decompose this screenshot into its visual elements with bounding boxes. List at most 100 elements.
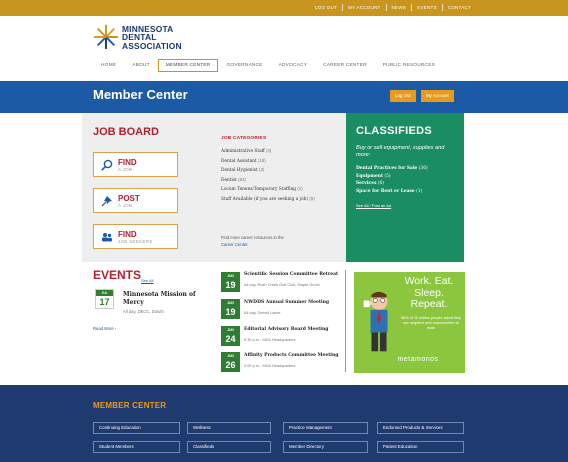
classifieds-list: Dental Practices for Sale (36) Equipment… [356, 165, 460, 195]
classified-count: (6) [377, 181, 385, 187]
top-link-news[interactable]: NEWS [385, 4, 412, 11]
event-title[interactable]: Affinity Products Committee Meeting [244, 353, 364, 358]
job-category-item[interactable]: Staff Available (if you are seeking a jo… [221, 195, 339, 205]
job-category-item[interactable]: Locum Tenens/Temporary Staffing (1) [221, 185, 339, 195]
event-title[interactable]: Scientific Session Committee Retreat [244, 272, 364, 277]
find-job-button[interactable]: FIND A JOB [93, 152, 178, 177]
classified-name: Space for Rent or Lease [356, 188, 415, 194]
nav-home[interactable]: HOME [93, 59, 124, 72]
classified-count: (1) [416, 188, 423, 194]
nav-career-center[interactable]: CAREER CENTER [315, 59, 375, 72]
logo-wordmark[interactable]: MINNESOTA DENTAL ASSOCIATION [122, 25, 182, 51]
events-see-all-link[interactable]: See All [141, 278, 153, 283]
footer-link-classifieds[interactable]: Classifieds [187, 441, 271, 453]
job-category-name: Staff Available (if you are seeking a jo… [221, 196, 309, 202]
classified-item[interactable]: Services (6) [356, 180, 460, 188]
top-utility-bar [0, 0, 568, 16]
job-category-count: (64) [238, 176, 246, 182]
classified-count: (36) [418, 166, 428, 171]
featured-event-title[interactable]: Minnesota Mission of Mercy [123, 291, 213, 307]
job-category-name: Dental Assistant [221, 158, 257, 164]
logo-line-3: ASSOCIATION [122, 40, 182, 51]
find-seekers-sublabel: JOB SEEKERS [118, 239, 153, 244]
classifieds-links[interactable]: See All / Post an Ad [356, 203, 391, 208]
ad-headline: Work. Eat. Sleep. Repeat. [396, 275, 462, 311]
date-day: 26 [225, 360, 236, 370]
event-date: JUN 26 [221, 352, 240, 372]
top-link-logout[interactable]: LOG OUT [310, 4, 342, 11]
post-job-sublabel: A JOB [118, 203, 133, 208]
page-title: Member Center [93, 87, 188, 102]
find-job-seekers-button[interactable]: FIND JOB SEEKERS [93, 224, 178, 249]
footer-link-endorsed-products[interactable]: Endorsed Products & Services [377, 422, 464, 434]
event-meta: All day, Detroit Lakes [244, 310, 281, 315]
pushpin-icon [101, 196, 112, 207]
mda-logo-icon[interactable] [93, 24, 119, 50]
footer-link-member-directory[interactable]: Member Directory [283, 441, 368, 453]
magnifier-icon [101, 159, 113, 171]
career-resources-note: Find more career resources in the Career… [221, 235, 331, 248]
top-link-my-account[interactable]: MY ACCOUNT [342, 4, 386, 11]
top-link-contact[interactable]: CONTACT [441, 4, 476, 11]
nav-member-center[interactable]: MEMBER CENTER [157, 59, 219, 72]
date-day: 24 [225, 334, 236, 344]
read-more-link[interactable]: Read More › [93, 326, 116, 331]
footer-link-student-members[interactable]: Student Members [93, 441, 180, 453]
nav-advocacy[interactable]: ADVOCACY [271, 59, 316, 72]
footer-link-wellness[interactable]: Wellness [187, 422, 271, 434]
job-category-count: (1) [297, 186, 303, 192]
classified-item[interactable]: Space for Rent or Lease (1) [356, 188, 460, 196]
event-title[interactable]: NWDDS Annual Summer Meeting [244, 300, 364, 305]
job-category-item[interactable]: Dentist (64) [221, 176, 339, 186]
coffee-cup-icon [363, 300, 372, 308]
footer-link-patient-education[interactable]: Patient Education [377, 441, 464, 453]
top-links: LOG OUT MY ACCOUNT NEWS EVENTS CONTACT [310, 4, 476, 11]
footer-link-continuing-education[interactable]: Continuing Education [93, 422, 180, 434]
classified-name: Services [356, 181, 377, 187]
classified-item[interactable]: Equipment (5) [356, 173, 460, 181]
main-nav: HOME ABOUT MEMBER CENTER GOVERNANCE ADVO… [93, 59, 443, 72]
job-category-item[interactable]: Administrative Staff (4) [221, 147, 339, 157]
people-icon [102, 233, 112, 242]
find-seekers-label: FIND [118, 230, 137, 239]
logout-button[interactable]: Log Out [390, 90, 416, 102]
event-date: JUN 19 [221, 272, 240, 292]
job-board-title: JOB BOARD [93, 126, 160, 138]
career-note-text: Find more career resources in the [221, 235, 284, 240]
footer-link-practice-management[interactable]: Practice Management [283, 422, 368, 434]
find-job-label: FIND [118, 158, 137, 167]
job-category-count: (5) [309, 195, 315, 201]
page-banner [0, 81, 568, 113]
job-category-item[interactable]: Dental Hygienist (2) [221, 166, 339, 176]
ad-line-3: Repeat. [410, 298, 448, 310]
event-title[interactable]: Editorial Advisory Board Meeting [244, 327, 364, 332]
job-category-count: (18) [258, 157, 266, 163]
date-day: 19 [225, 307, 236, 317]
my-account-button[interactable]: My Account [421, 90, 454, 102]
career-center-link[interactable]: Career Center. [221, 242, 248, 247]
date-day: 19 [225, 280, 236, 290]
featured-event-date: JUL 17 [95, 289, 114, 309]
event-meta: 5:30 p.m., MDA Headquarters [244, 337, 296, 342]
classified-name: Equipment [356, 173, 384, 179]
classified-item[interactable]: Dental Practices for Sale (36) [356, 165, 460, 173]
job-category-name: Locum Tenens/Temporary Staffing [221, 187, 296, 193]
job-category-item[interactable]: Dental Assistant (18) [221, 157, 339, 167]
classified-name: Dental Practices for Sale [356, 166, 418, 171]
nav-public-resources[interactable]: PUBLIC RESOURCES [375, 59, 443, 72]
date-day: 17 [99, 297, 110, 307]
classified-count: (5) [384, 173, 391, 179]
job-category-name: Administrative Staff [221, 149, 265, 154]
job-category-name: Dentist [221, 177, 237, 183]
ad-line-1: Work. Eat. [404, 275, 454, 287]
top-link-events[interactable]: EVENTS [411, 4, 442, 11]
job-category-count: (2) [259, 167, 265, 173]
event-meta: 2:00 p.m., MDA Headquarters [244, 363, 296, 368]
event-date: JUN 19 [221, 299, 240, 319]
post-job-button[interactable]: POST A JOB [93, 188, 178, 213]
nav-governance[interactable]: GOVERNANCE [218, 59, 270, 72]
nav-about[interactable]: ABOUT [124, 59, 158, 72]
job-category-name: Dental Hygienist [221, 168, 258, 174]
find-job-sublabel: A JOB [118, 167, 133, 172]
classifieds-subtitle: Buy or sell equipment, supplies and more… [356, 145, 445, 158]
